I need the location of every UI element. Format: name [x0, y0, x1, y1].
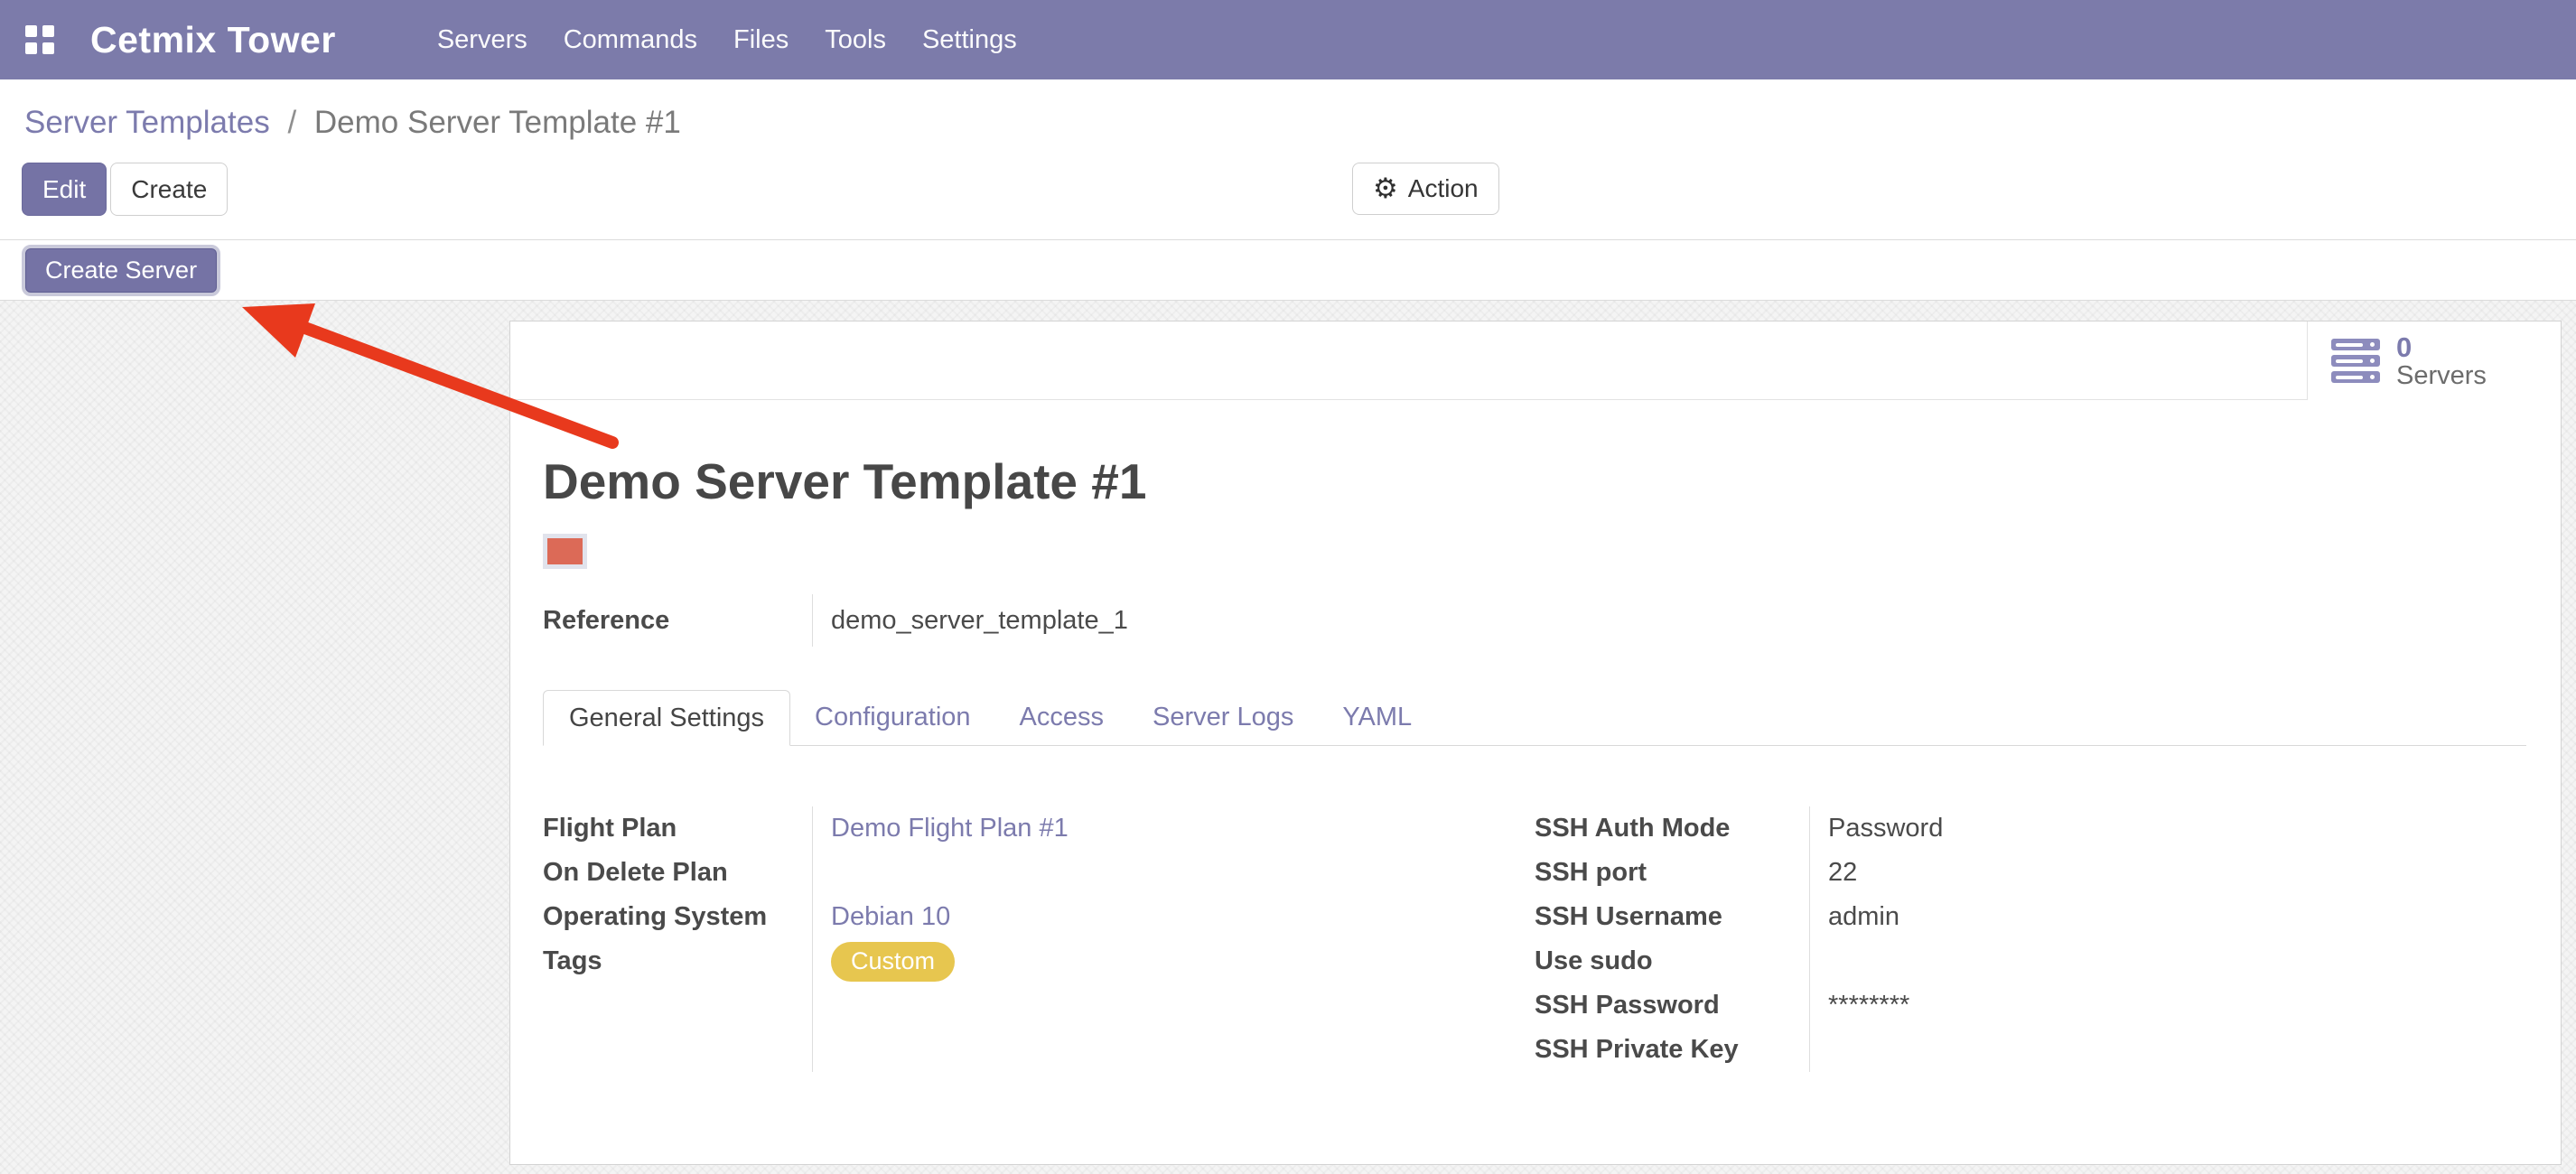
action-button-label: Action — [1408, 174, 1479, 203]
control-panel: Server Templates / Demo Server Template … — [0, 79, 2576, 240]
apps-grid-dot — [25, 25, 37, 37]
breadcrumb-separator: / — [278, 105, 305, 140]
tab-configuration[interactable]: Configuration — [790, 690, 995, 745]
tab-general-settings[interactable]: General Settings — [543, 690, 790, 746]
app-brand[interactable]: Cetmix Tower — [90, 19, 336, 61]
create-server-strip: Create Server — [0, 240, 2576, 301]
breadcrumb-current: Demo Server Template #1 — [314, 105, 681, 140]
servers-stat-button[interactable]: 0 Servers — [2307, 321, 2561, 400]
apps-grid-dot — [42, 25, 54, 37]
server-bar — [2331, 339, 2380, 350]
breadcrumb-parent-link[interactable]: Server Templates — [24, 105, 270, 140]
ssh-auth-mode-value: Password — [1828, 806, 2526, 851]
top-navbar: Cetmix Tower Servers Commands Files Tool… — [0, 0, 2576, 79]
main-menu: Servers Commands Files Tools Settings — [437, 25, 1017, 55]
field-group-right: SSH Auth Mode SSH port SSH Username Use … — [1535, 806, 2526, 1072]
color-swatch — [543, 534, 587, 569]
ssh-password-label: SSH Password — [1535, 983, 1809, 1028]
tab-server-logs[interactable]: Server Logs — [1128, 690, 1318, 745]
menu-item-commands[interactable]: Commands — [564, 25, 697, 55]
server-bar — [2331, 371, 2380, 383]
tab-yaml[interactable]: YAML — [1318, 690, 1436, 745]
reference-label: Reference — [543, 594, 812, 647]
tags-label: Tags — [543, 939, 812, 983]
stat-text: 0 Servers — [2396, 332, 2487, 390]
ssh-port-value: 22 — [1828, 851, 2526, 895]
action-button[interactable]: ⚙ Action — [1352, 163, 1499, 215]
tag-custom: Custom — [831, 942, 955, 982]
servers-label: Servers — [2396, 362, 2487, 390]
reference-value: demo_server_template_1 — [812, 594, 1128, 647]
record-title: Demo Server Template #1 — [543, 452, 2526, 510]
menu-item-servers[interactable]: Servers — [437, 25, 527, 55]
server-bar — [2331, 355, 2380, 367]
create-button[interactable]: Create — [110, 163, 228, 216]
reference-field: Reference demo_server_template_1 — [543, 594, 2526, 647]
flight-plan-value[interactable]: Demo Flight Plan #1 — [831, 814, 1069, 843]
servers-count: 0 — [2396, 332, 2487, 362]
labels-column: Flight Plan On Delete Plan Operating Sys… — [543, 806, 812, 1072]
edit-button[interactable]: Edit — [22, 163, 107, 216]
sheet-body: Demo Server Template #1 Reference demo_s… — [510, 452, 2561, 1072]
on-delete-plan-label: On Delete Plan — [543, 851, 812, 895]
breadcrumb: Server Templates / Demo Server Template … — [0, 79, 2576, 143]
operating-system-label: Operating System — [543, 895, 812, 939]
use-sudo-label: Use sudo — [1535, 939, 1809, 983]
field-group-left: Flight Plan On Delete Plan Operating Sys… — [543, 806, 1535, 1072]
apps-grid-dot — [25, 42, 37, 54]
apps-grid-dot — [42, 42, 54, 54]
use-sudo-value — [1828, 939, 2526, 983]
menu-item-settings[interactable]: Settings — [922, 25, 1017, 55]
on-delete-plan-value — [831, 851, 1535, 895]
labels-column: SSH Auth Mode SSH port SSH Username Use … — [1535, 806, 1809, 1072]
ssh-password-value: ******** — [1828, 983, 2526, 1028]
ssh-private-key-label: SSH Private Key — [1535, 1028, 1809, 1072]
notebook-tabs: General Settings Configuration Access Se… — [543, 690, 2526, 746]
values-column: Password 22 admin ******** — [1809, 806, 2526, 1072]
apps-grid-icon[interactable] — [25, 25, 54, 54]
flight-plan-label: Flight Plan — [543, 806, 812, 851]
operating-system-value[interactable]: Debian 10 — [831, 902, 950, 932]
ssh-private-key-value — [1828, 1028, 2526, 1072]
ssh-username-label: SSH Username — [1535, 895, 1809, 939]
gear-icon: ⚙ — [1373, 172, 1398, 205]
button-box: 0 Servers — [510, 321, 2561, 400]
general-settings-fields: Flight Plan On Delete Plan Operating Sys… — [543, 806, 2526, 1072]
values-column: Demo Flight Plan #1 Debian 10 Custom — [812, 806, 1535, 1072]
menu-item-tools[interactable]: Tools — [825, 25, 886, 55]
color-swatch-fill — [547, 538, 583, 564]
form-view-background: 0 Servers Demo Server Template #1 Refere… — [0, 301, 2576, 1174]
create-server-button[interactable]: Create Server — [22, 245, 220, 296]
ssh-username-value: admin — [1828, 895, 2526, 939]
menu-item-files[interactable]: Files — [733, 25, 789, 55]
ssh-port-label: SSH port — [1535, 851, 1809, 895]
ssh-auth-mode-label: SSH Auth Mode — [1535, 806, 1809, 851]
server-stack-icon — [2331, 339, 2380, 383]
tab-access[interactable]: Access — [995, 690, 1128, 745]
record-buttons: Edit Create — [22, 163, 2576, 216]
form-sheet: 0 Servers Demo Server Template #1 Refere… — [509, 321, 2562, 1165]
